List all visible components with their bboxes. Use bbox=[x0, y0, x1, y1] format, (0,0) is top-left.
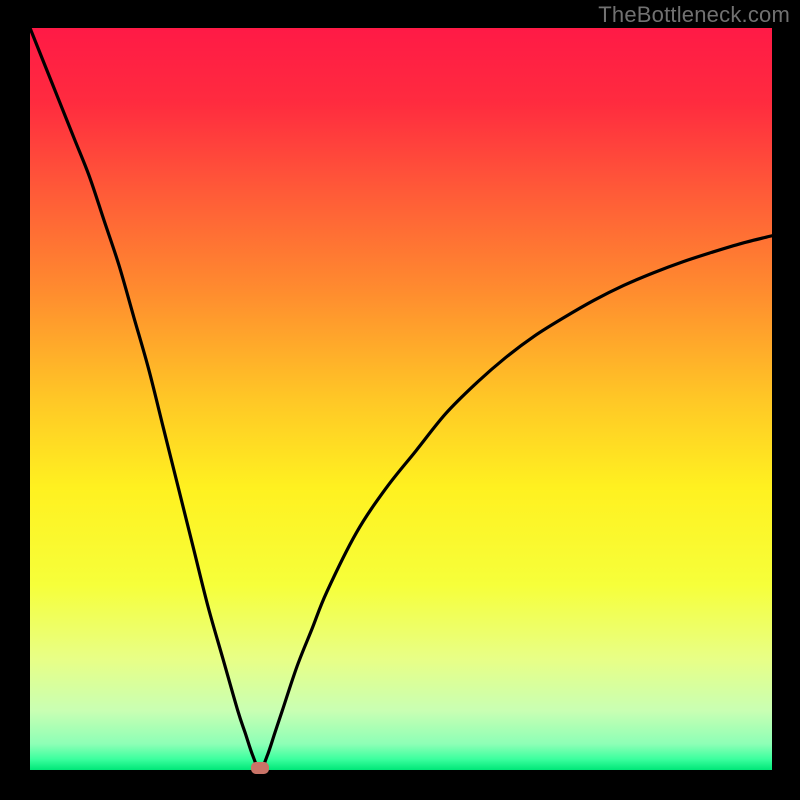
watermark-text: TheBottleneck.com bbox=[598, 2, 790, 28]
bottleneck-chart bbox=[0, 0, 800, 800]
chart-frame: { "watermark": "TheBottleneck.com", "cha… bbox=[0, 0, 800, 800]
minimum-marker bbox=[251, 762, 269, 774]
plot-background bbox=[30, 28, 772, 770]
